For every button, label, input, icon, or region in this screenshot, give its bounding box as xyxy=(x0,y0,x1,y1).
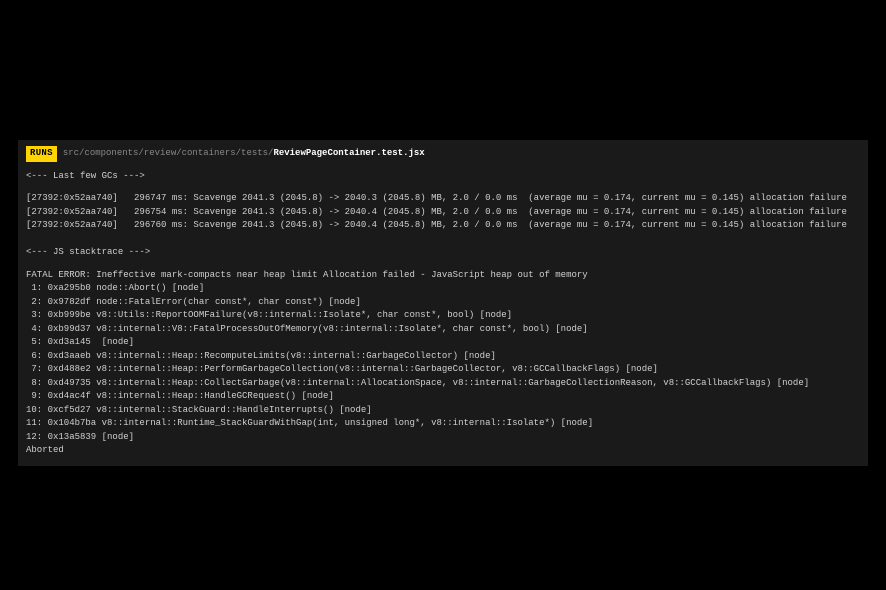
stack-frame: 2: 0x9782df node::FatalError(char const*… xyxy=(26,296,860,310)
terminal-output: RUNS src/components/review/containers/te… xyxy=(18,140,868,466)
stack-frame: 12: 0x13a5839 [node] xyxy=(26,431,860,445)
gc-log-line: [27392:0x52aa740] 296754 ms: Scavenge 20… xyxy=(26,206,860,220)
stack-frame: 8: 0xd49735 v8::internal::Heap::CollectG… xyxy=(26,377,860,391)
stack-frame: 11: 0x104b7ba v8::internal::Runtime_Stac… xyxy=(26,417,860,431)
stacktrace-section-header: <--- JS stacktrace ---> xyxy=(26,246,860,260)
stack-frame: 6: 0xd3aaeb v8::internal::Heap::Recomput… xyxy=(26,350,860,364)
blank-line xyxy=(26,233,860,247)
test-file-path: src/components/review/containers/tests/R… xyxy=(63,147,425,161)
stack-frame: 1: 0xa295b0 node::Abort() [node] xyxy=(26,282,860,296)
stack-frame: 3: 0xb999be v8::Utils::ReportOOMFailure(… xyxy=(26,309,860,323)
gc-log-line: [27392:0x52aa740] 296760 ms: Scavenge 20… xyxy=(26,219,860,233)
aborted-line: Aborted xyxy=(26,444,860,458)
stack-frame: 4: 0xb99d37 v8::internal::V8::FatalProce… xyxy=(26,323,860,337)
fatal-error-line: FATAL ERROR: Ineffective mark-compacts n… xyxy=(26,269,860,283)
runs-badge: RUNS xyxy=(26,146,57,162)
stack-frame: 5: 0xd3a145 [node] xyxy=(26,336,860,350)
test-path-file: ReviewPageContainer.test.jsx xyxy=(273,148,424,158)
blank-line xyxy=(26,183,860,192)
gc-log-line: [27392:0x52aa740] 296747 ms: Scavenge 20… xyxy=(26,192,860,206)
gc-section-header: <--- Last few GCs ---> xyxy=(26,170,860,184)
blank-line xyxy=(26,260,860,269)
test-runner-header: RUNS src/components/review/containers/te… xyxy=(26,146,860,162)
stack-frame: 9: 0xd4ac4f v8::internal::Heap::HandleGC… xyxy=(26,390,860,404)
stack-frame: 7: 0xd488e2 v8::internal::Heap::PerformG… xyxy=(26,363,860,377)
test-path-dir: src/components/review/containers/tests/ xyxy=(63,148,274,158)
stack-frame: 10: 0xcf5d27 v8::internal::StackGuard::H… xyxy=(26,404,860,418)
